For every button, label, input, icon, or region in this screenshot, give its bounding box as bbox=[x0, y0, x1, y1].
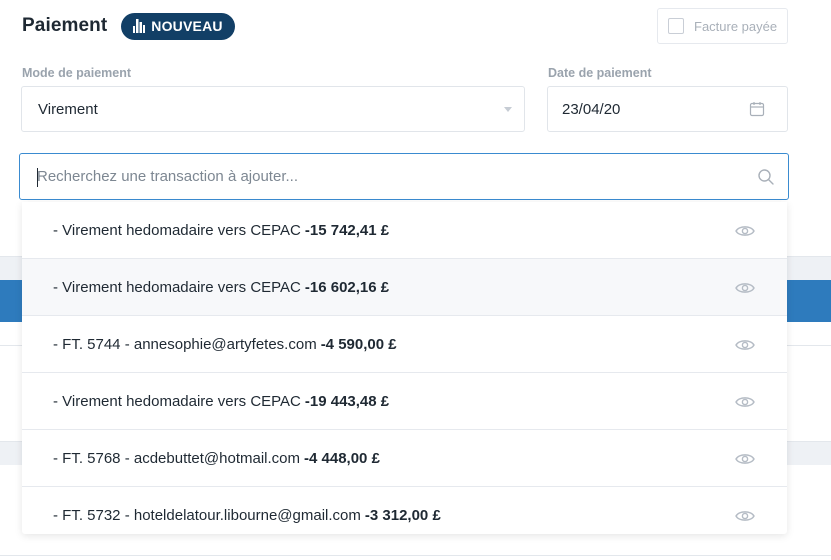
transaction-amount: -4 590,00 £ bbox=[320, 335, 397, 353]
transaction-label: - FT. 5732 - hoteldelatour.libourne@gmai… bbox=[53, 506, 361, 524]
background-divider bbox=[0, 555, 831, 556]
transaction-amount: -4 448,00 £ bbox=[304, 449, 380, 467]
eye-icon[interactable] bbox=[735, 281, 755, 295]
transaction-label: - FT. 5768 - acdebuttet@hotmail.com bbox=[53, 449, 301, 467]
transaction-option[interactable]: - Virement hedomadaire vers CEPAC -15 74… bbox=[22, 202, 787, 259]
text-cursor bbox=[37, 168, 38, 187]
transaction-search[interactable] bbox=[19, 153, 789, 200]
invoice-paid-toggle[interactable]: Facture payée bbox=[657, 8, 788, 44]
transaction-option[interactable]: - FT. 5744 - annesophie@artyfetes.com -4… bbox=[22, 316, 787, 373]
search-icon[interactable] bbox=[757, 168, 775, 186]
payment-date-field[interactable]: 23/04/20 bbox=[547, 86, 788, 132]
eye-icon[interactable] bbox=[735, 509, 755, 523]
payment-date-label: Date de paiement bbox=[548, 66, 652, 80]
page-title: Paiement bbox=[22, 15, 108, 36]
badge-label: NOUVEAU bbox=[151, 18, 223, 34]
payment-date-value: 23/04/20 bbox=[562, 100, 621, 118]
transaction-label: - Virement hedomadaire vers CEPAC bbox=[53, 221, 301, 239]
transaction-amount: -15 742,41 £ bbox=[304, 221, 390, 239]
transaction-dropdown: - Virement hedomadaire vers CEPAC -15 74… bbox=[22, 202, 787, 534]
chevron-down-icon bbox=[504, 107, 512, 112]
eye-icon[interactable] bbox=[735, 224, 755, 238]
transaction-label: - FT. 5744 - annesophie@artyfetes.com bbox=[53, 335, 317, 353]
transaction-option[interactable]: - FT. 5768 - acdebuttet@hotmail.com -4 4… bbox=[22, 430, 787, 487]
transaction-label: - Virement hedomadaire vers CEPAC bbox=[53, 392, 301, 410]
eye-icon[interactable] bbox=[735, 452, 755, 466]
invoice-paid-label: Facture payée bbox=[694, 18, 778, 34]
eye-icon[interactable] bbox=[735, 395, 755, 409]
payment-header: Paiement NOUVEAU bbox=[22, 12, 235, 40]
eye-icon[interactable] bbox=[735, 338, 755, 352]
transaction-option[interactable]: - Virement hedomadaire vers CEPAC -19 44… bbox=[22, 373, 787, 430]
transaction-option[interactable]: - Virement hedomadaire vers CEPAC -16 60… bbox=[22, 259, 787, 316]
transaction-amount: -16 602,16 £ bbox=[304, 278, 390, 296]
calendar-icon[interactable] bbox=[749, 101, 765, 117]
transaction-amount: -3 312,00 £ bbox=[364, 506, 441, 524]
search-input[interactable] bbox=[37, 168, 737, 185]
payment-mode-value: Virement bbox=[38, 100, 98, 118]
payment-mode-label: Mode de paiement bbox=[22, 66, 132, 80]
transaction-label: - Virement hedomadaire vers CEPAC bbox=[53, 278, 301, 296]
invoice-paid-checkbox[interactable] bbox=[668, 18, 684, 34]
transaction-amount: -19 443,48 £ bbox=[304, 392, 390, 410]
building-icon bbox=[133, 19, 146, 33]
transaction-option[interactable]: - FT. 5732 - hoteldelatour.libourne@gmai… bbox=[22, 487, 787, 534]
new-badge: NOUVEAU bbox=[121, 12, 235, 40]
payment-mode-select[interactable]: Virement bbox=[21, 86, 525, 132]
